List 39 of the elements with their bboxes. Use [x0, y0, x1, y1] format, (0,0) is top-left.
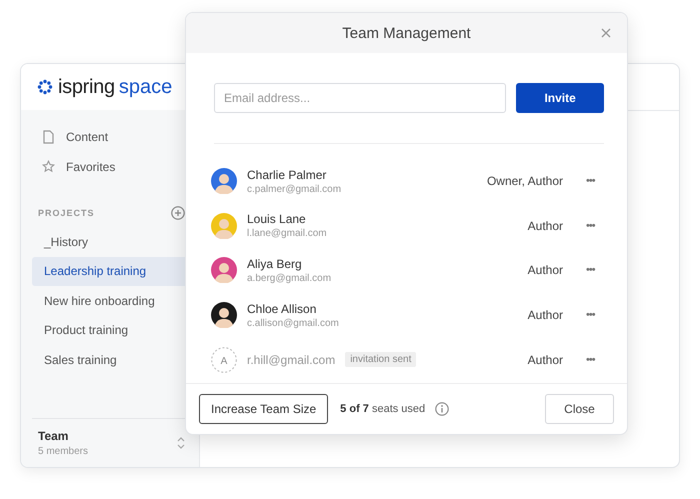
- more-button[interactable]: •••: [586, 220, 604, 232]
- email-field[interactable]: Email address...: [214, 83, 506, 113]
- member-name: Charlie Palmer: [247, 168, 328, 182]
- more-button[interactable]: •••: [586, 309, 604, 322]
- member-email: r.hill@gmail.com: [247, 352, 336, 367]
- avatar-initial: A: [211, 346, 237, 373]
- more-button[interactable]: •••: [586, 354, 604, 366]
- add-icon[interactable]: [171, 206, 185, 220]
- role-dropdown[interactable]: Owner, Author: [486, 174, 563, 188]
- more-button[interactable]: •••: [586, 175, 604, 188]
- member-email: c.allison@gmail.com: [247, 318, 339, 329]
- star-icon: [42, 160, 55, 174]
- dialog-title: Team Management: [342, 24, 471, 42]
- role-dropdown[interactable]: Author: [528, 352, 563, 367]
- status-badge: invitation sent: [345, 352, 416, 368]
- document-icon: [42, 130, 55, 144]
- member-email: a.berg@gmail.com: [247, 272, 332, 284]
- invite-button[interactable]: Invite: [516, 83, 604, 113]
- more-button[interactable]: •••: [586, 264, 604, 276]
- increase-team-size-button[interactable]: Increase Team Size: [199, 394, 328, 424]
- member-email: l.lane@gmail.com: [247, 228, 327, 240]
- close-button[interactable]: Close: [545, 394, 614, 424]
- section-heading: PROJECTS: [38, 208, 95, 218]
- member-name: Louis Lane: [247, 212, 307, 226]
- role-dropdown[interactable]: Author: [528, 308, 563, 322]
- role-dropdown[interactable]: Author: [528, 218, 563, 233]
- chevron-icon: [177, 436, 185, 450]
- member-email: c.palmer@gmail.com: [247, 184, 342, 195]
- info-icon[interactable]: [435, 402, 450, 416]
- sidebar-item[interactable]: Content: [21, 122, 199, 152]
- seats-used: 5 of 7 seats used: [340, 403, 426, 415]
- role-dropdown[interactable]: Author: [528, 263, 563, 278]
- logo-text: space: [118, 76, 172, 98]
- member-name: Chloe Allison: [247, 302, 318, 316]
- member-name: Aliya Berg: [247, 256, 303, 271]
- close-icon[interactable]: [601, 28, 611, 38]
- logo-icon: [37, 79, 53, 95]
- sidebar-item[interactable]: Favorites: [21, 152, 199, 182]
- logo-text: ispring: [58, 76, 115, 98]
